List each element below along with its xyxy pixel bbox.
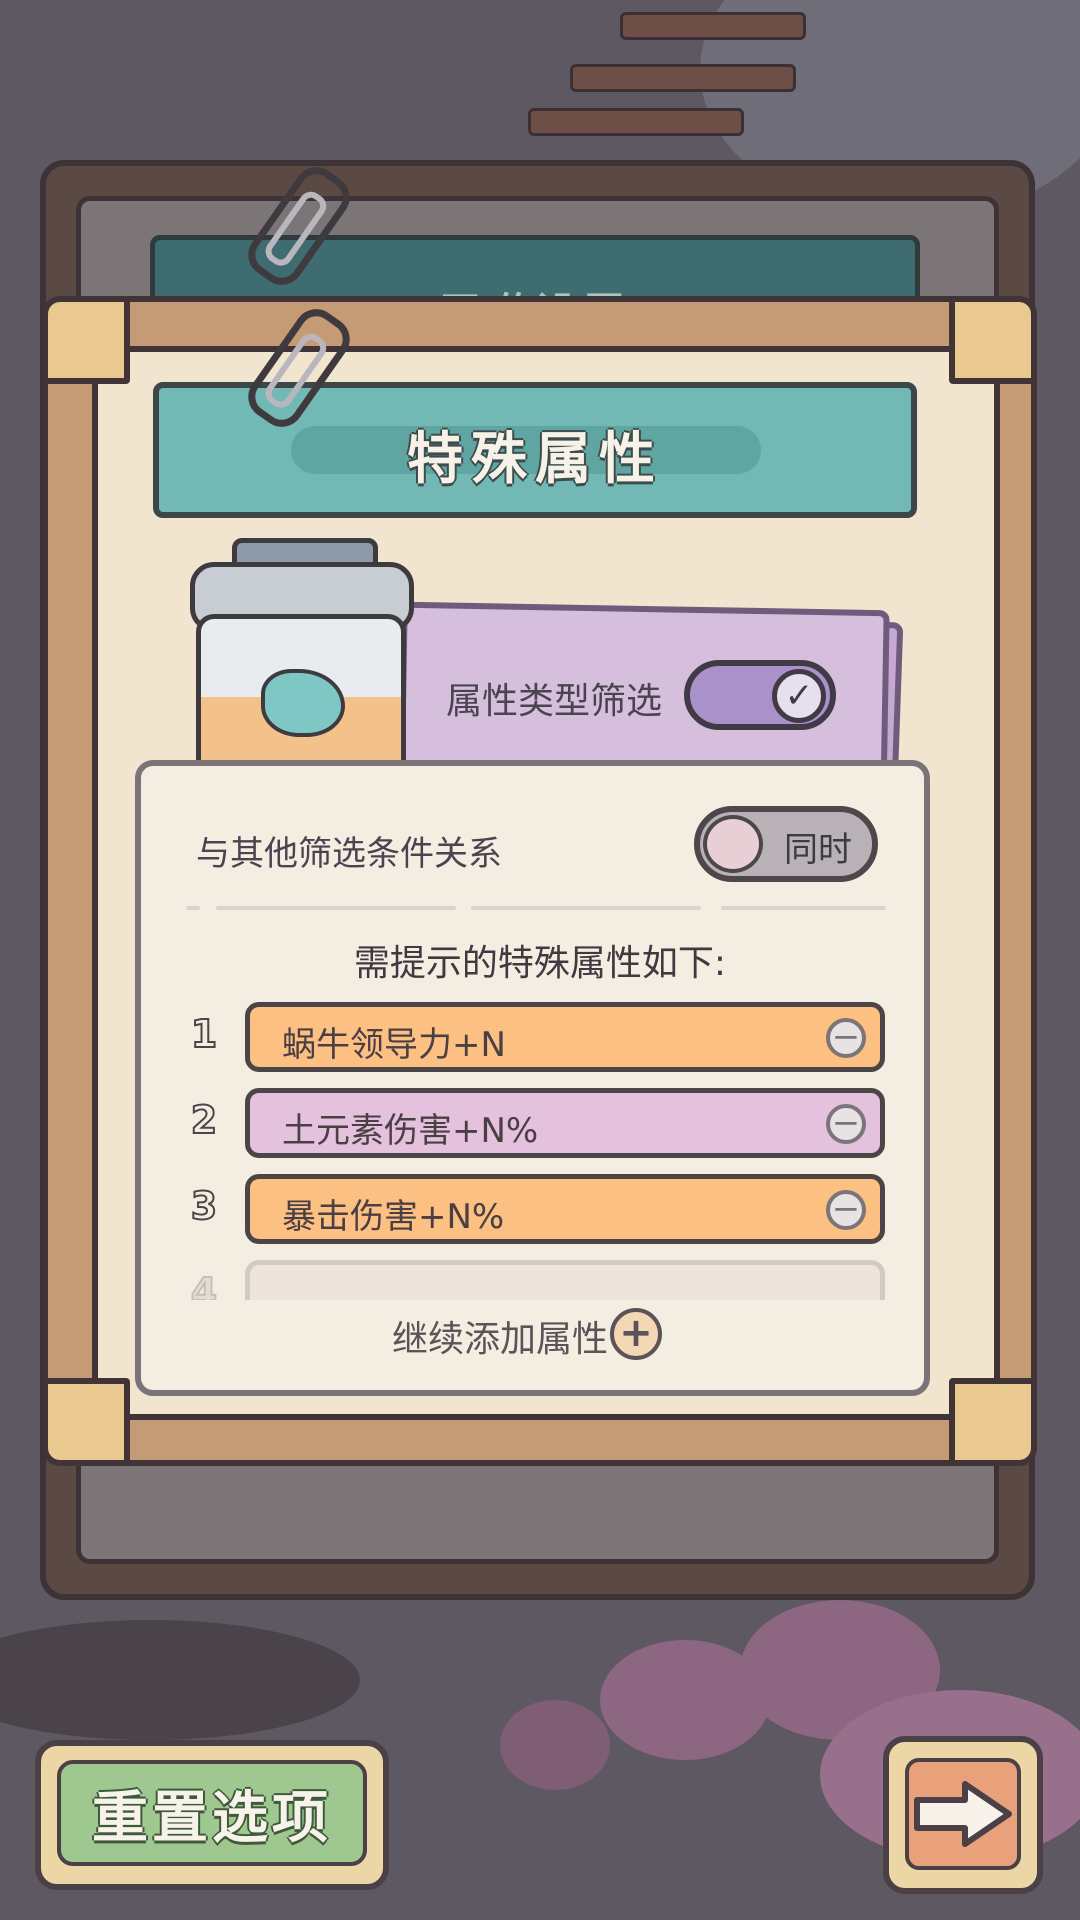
toggle-knob — [703, 815, 763, 873]
attribute-row-empty[interactable] — [245, 1260, 885, 1300]
attribute-row[interactable]: 蜗牛领导力+N − — [245, 1002, 885, 1072]
specimen-jar-icon — [190, 538, 414, 824]
creature-icon — [261, 669, 345, 737]
attribute-row[interactable]: 土元素伤害+N% − — [245, 1088, 885, 1158]
next-button[interactable] — [883, 1736, 1043, 1894]
corner-bracket — [42, 296, 130, 384]
filter-toggle[interactable]: ✓ — [684, 660, 836, 730]
relation-toggle-text: 同时 — [784, 830, 852, 870]
arrow-right-icon — [914, 1781, 1012, 1847]
remove-icon[interactable]: − — [826, 1018, 866, 1058]
background-plank — [620, 12, 806, 40]
add-attribute-label[interactable]: 继续添加属性 — [392, 1310, 608, 1362]
remove-icon[interactable]: − — [826, 1190, 866, 1230]
remove-icon[interactable]: − — [826, 1104, 866, 1144]
background-plank — [528, 108, 744, 136]
row-number: 2 — [190, 1097, 218, 1143]
attribute-label: 暴击伤害+N% — [282, 1197, 505, 1237]
attribute-label: 蜗牛领导力+N — [282, 1025, 506, 1065]
divider — [186, 906, 886, 912]
background-plank — [570, 64, 796, 92]
reset-button-label: 重置选项 — [92, 1785, 332, 1851]
relation-label: 与其他筛选条件关系 — [196, 834, 502, 874]
list-heading: 需提示的特殊属性如下: — [353, 943, 727, 984]
corner-bracket — [42, 1378, 130, 1466]
attribute-label: 土元素伤害+N% — [282, 1111, 539, 1151]
row-number: 4 — [190, 1270, 218, 1300]
row-number: 3 — [190, 1183, 218, 1229]
reset-button[interactable]: 重置选项 — [35, 1740, 389, 1890]
corner-bracket — [949, 1378, 1037, 1466]
filter-label: 属性类型筛选 — [446, 681, 663, 722]
background-rock — [0, 1620, 360, 1740]
corner-bracket — [949, 296, 1037, 384]
checkmark-icon: ✓ — [772, 669, 826, 723]
attribute-row[interactable]: 暴击伤害+N% − — [245, 1174, 885, 1244]
row-number: 1 — [190, 1011, 218, 1057]
relation-toggle[interactable]: 同时 — [694, 806, 878, 882]
background-mushroom — [500, 1700, 610, 1790]
panel-title: 特殊属性 — [407, 427, 663, 492]
plus-icon[interactable]: + — [610, 1308, 662, 1360]
